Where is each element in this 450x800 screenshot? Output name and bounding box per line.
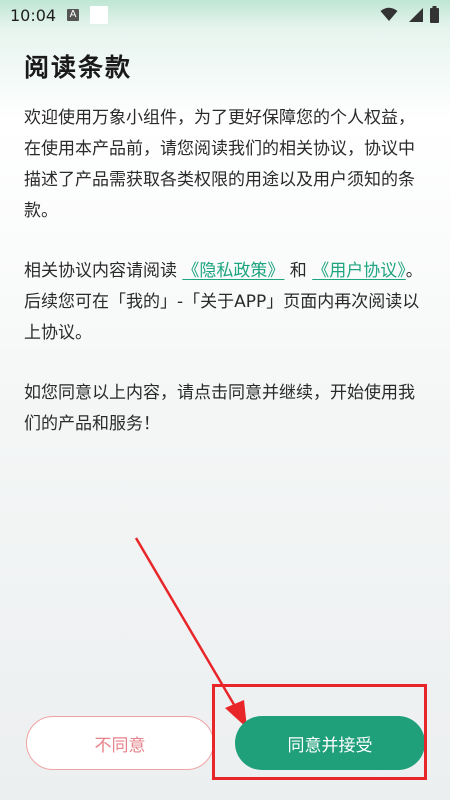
battery-icon — [430, 6, 439, 23]
agree-accept-button[interactable]: 同意并接受 — [235, 716, 425, 770]
user-agreement-link[interactable]: 《用户协议》 — [312, 261, 406, 281]
terms-content: 欢迎使用万象小组件，为了更好保障您的个人权益，在使用本产品前，请您阅读我们的相关… — [24, 103, 428, 469]
disagree-button[interactable]: 不同意 — [26, 716, 214, 770]
page-title: 阅读条款 — [24, 53, 133, 82]
agreements-paragraph: 相关协议内容请阅读 《隐私政策》 和 《用户协议》。后续您可在「我的」-「关于A… — [24, 256, 428, 349]
accessibility-a-icon: A — [67, 9, 79, 21]
intro-paragraph: 欢迎使用万象小组件，为了更好保障您的个人权益，在使用本产品前，请您阅读我们的相关… — [24, 108, 415, 221]
status-bar: 10:04 A — [0, 0, 450, 30]
privacy-policy-link[interactable]: 《隐私政策》 — [182, 261, 284, 281]
status-time: 10:04 — [10, 6, 57, 25]
consent-paragraph: 如您同意以上内容，请点击同意并继续，开始使用我们的产品和服务！ — [24, 383, 415, 434]
wifi-icon — [380, 7, 398, 21]
signal-icon — [409, 8, 423, 22]
agreements-and: 和 — [284, 261, 313, 281]
agreements-prefix: 相关协议内容请阅读 — [24, 261, 183, 281]
notification-square-icon — [90, 6, 108, 24]
